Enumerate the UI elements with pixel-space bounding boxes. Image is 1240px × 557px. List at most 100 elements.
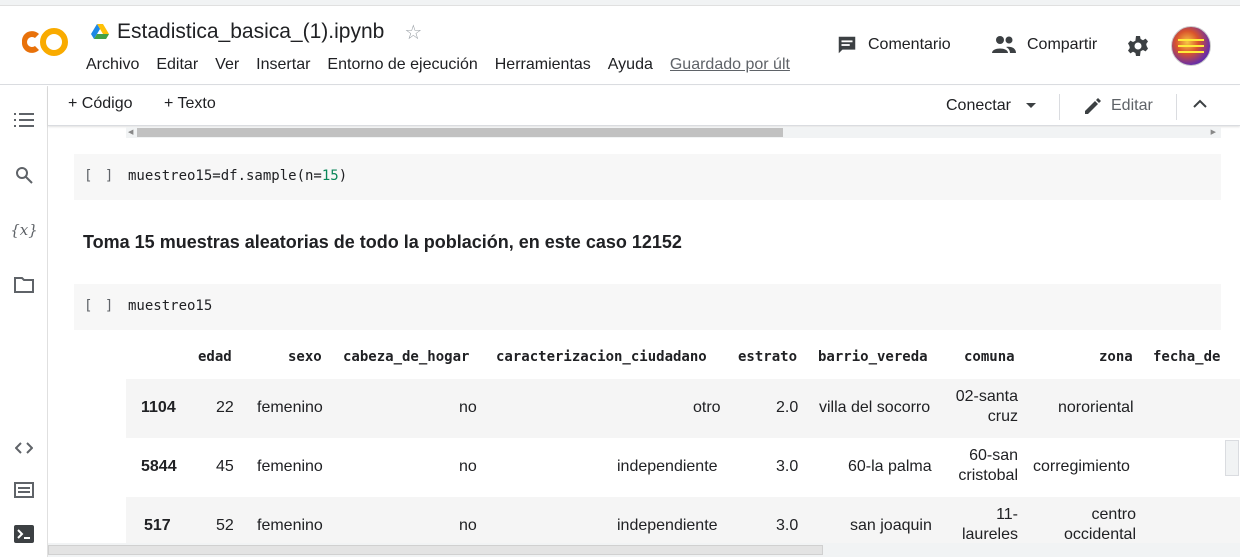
output-horizontal-scrollbar[interactable]: ◀ ▶ bbox=[126, 127, 1221, 138]
comment-label: Comentario bbox=[868, 36, 951, 53]
menu-ver[interactable]: Ver bbox=[215, 56, 239, 74]
column-header: fecha_de bbox=[1153, 349, 1221, 365]
scroll-right-icon[interactable]: ▶ bbox=[1211, 128, 1216, 136]
command-palette-icon[interactable] bbox=[12, 478, 36, 502]
search-icon[interactable] bbox=[12, 163, 36, 187]
notebook-header: Estadistica_basica_(1).ipynb ☆ Archivo E… bbox=[0, 6, 1240, 85]
scroll-left-icon[interactable]: ◀ bbox=[128, 128, 133, 136]
code-line[interactable]: muestreo15 bbox=[128, 298, 212, 314]
code-text: muestreo15=df.sample(n= bbox=[128, 168, 322, 184]
markdown-text: Toma 15 muestras aleatorias de todo la p… bbox=[83, 232, 682, 252]
add-text-button[interactable]: + Texto bbox=[164, 95, 216, 113]
code-line[interactable]: muestreo15=df.sample(n=15) bbox=[128, 168, 347, 184]
cell-edad: 22 bbox=[216, 399, 234, 416]
cell-sexo: femenino bbox=[257, 517, 323, 534]
menu-archivo[interactable]: Archivo bbox=[86, 56, 139, 74]
comment-button[interactable]: Comentario bbox=[836, 32, 951, 58]
cell-estrato: 3.0 bbox=[776, 458, 799, 475]
menu-herramientas[interactable]: Herramientas bbox=[495, 56, 591, 74]
code-snippets-icon[interactable] bbox=[12, 436, 36, 460]
cell-cabeza-de-hogar: no bbox=[459, 517, 477, 534]
user-avatar[interactable] bbox=[1171, 26, 1211, 66]
column-header: zona bbox=[1099, 349, 1133, 365]
cell-comuna: 11- laureles bbox=[952, 505, 1018, 545]
cell-zona: centro occidental bbox=[1046, 505, 1136, 545]
notebook-title[interactable]: Estadistica_basica_(1).ipynb bbox=[117, 20, 384, 44]
column-header: sexo bbox=[288, 349, 322, 365]
chevron-up-icon[interactable] bbox=[1193, 99, 1207, 109]
share-label: Compartir bbox=[1027, 36, 1098, 53]
left-sidebar: {x} bbox=[0, 86, 48, 557]
cell-cabeza-de-hogar: no bbox=[459, 458, 477, 475]
zona-line-2: occidental bbox=[1063, 526, 1136, 543]
cell-sexo: femenino bbox=[257, 458, 323, 475]
comuna-line-1: 60-san bbox=[969, 447, 1018, 464]
scrollbar-thumb[interactable] bbox=[137, 128, 783, 137]
column-header: cabeza_de_hogar bbox=[343, 349, 470, 365]
run-cell-button[interactable]: [ ] bbox=[84, 168, 115, 184]
column-header: edad bbox=[198, 349, 232, 365]
cell-sexo: femenino bbox=[257, 399, 323, 416]
comment-icon bbox=[838, 36, 856, 54]
cell-caracterizacion: otro bbox=[693, 399, 721, 416]
row-index: 5844 bbox=[141, 458, 177, 475]
share-button[interactable]: Compartir bbox=[991, 32, 1097, 58]
connect-button[interactable]: Conectar bbox=[946, 92, 1037, 120]
comuna-line-2: cruz bbox=[987, 408, 1018, 425]
cell-caracterizacion: independiente bbox=[617, 517, 718, 534]
star-icon[interactable]: ☆ bbox=[404, 20, 422, 45]
column-header: caracterizacion_ciudadano bbox=[496, 349, 707, 365]
menu-editar[interactable]: Editar bbox=[156, 56, 198, 74]
cell-barrio-vereda: 60-la palma bbox=[848, 458, 932, 475]
code-cell-display[interactable]: [ ] muestreo15 bbox=[74, 284, 1221, 330]
column-header: comuna bbox=[964, 349, 1015, 365]
gear-icon[interactable] bbox=[1126, 34, 1150, 58]
pencil-icon bbox=[1085, 98, 1101, 114]
cell-edad: 52 bbox=[216, 517, 234, 534]
comuna-line-2: laureles bbox=[961, 526, 1018, 543]
connect-label: Conectar bbox=[946, 97, 1011, 114]
cell-barrio-vereda: villa del socorro bbox=[819, 399, 931, 416]
menu-ayuda[interactable]: Ayuda bbox=[608, 56, 653, 74]
variables-icon[interactable]: {x} bbox=[10, 218, 38, 242]
comuna-line-1: 02-santa bbox=[955, 388, 1018, 405]
code-cell-sample[interactable]: [ ] muestreo15=df.sample(n=15) bbox=[74, 154, 1221, 200]
cell-zona: nororiental bbox=[1058, 399, 1134, 416]
chevron-down-icon[interactable] bbox=[1025, 102, 1037, 110]
dataframe-output: edad sexo cabeza_de_hogar caracterizacio… bbox=[126, 337, 1240, 547]
cell-caracterizacion: independiente bbox=[617, 458, 718, 475]
add-code-button[interactable]: + Código bbox=[68, 95, 133, 113]
scrollbar-thumb[interactable] bbox=[48, 545, 823, 555]
edit-button[interactable]: Editar bbox=[1083, 92, 1153, 120]
column-header: estrato bbox=[738, 349, 798, 365]
row-index: 517 bbox=[144, 517, 171, 534]
zona-line-1: centro bbox=[1091, 506, 1136, 523]
row-index: 1104 bbox=[141, 399, 176, 416]
menu-insertar[interactable]: Insertar bbox=[256, 56, 310, 74]
table-row: 517 52 femenino no independiente 3.0 san… bbox=[126, 497, 1240, 547]
comuna-line-1: 11- bbox=[996, 506, 1018, 523]
column-header: barrio_vereda bbox=[818, 349, 928, 365]
cell-comuna: 02-santa cruz bbox=[952, 387, 1018, 427]
code-text-end: ) bbox=[338, 168, 348, 184]
edit-label: Editar bbox=[1111, 97, 1153, 114]
colab-logo[interactable] bbox=[16, 24, 72, 60]
notebook-content: ◀ ▶ [ ] muestreo15=df.sample(n=15) Toma … bbox=[48, 127, 1240, 557]
terminal-icon[interactable] bbox=[12, 522, 36, 546]
title-row: Estadistica_basica_(1).ipynb ☆ bbox=[91, 18, 422, 46]
dataframe-horizontal-scrollbar[interactable] bbox=[48, 543, 1240, 557]
run-cell-button[interactable]: [ ] bbox=[84, 298, 115, 314]
table-of-contents-icon[interactable] bbox=[12, 108, 36, 132]
toolbar-divider bbox=[1059, 94, 1060, 120]
saved-status-link[interactable]: Guardado por últ bbox=[670, 56, 794, 74]
files-icon[interactable] bbox=[12, 273, 36, 297]
notebook-toolbar: + Código + Texto Conectar Editar bbox=[48, 86, 1240, 126]
menu-bar: Archivo Editar Ver Insertar Entorno de e… bbox=[86, 54, 794, 76]
cell-cabeza-de-hogar: no bbox=[459, 399, 477, 416]
comuna-line-2: cristobal bbox=[958, 467, 1018, 484]
people-icon bbox=[992, 36, 1016, 53]
cell-edad: 45 bbox=[216, 458, 234, 475]
vertical-scrollbar-thumb[interactable] bbox=[1225, 440, 1239, 476]
menu-entorno[interactable]: Entorno de ejecución bbox=[327, 56, 477, 74]
cell-estrato: 3.0 bbox=[776, 517, 799, 534]
